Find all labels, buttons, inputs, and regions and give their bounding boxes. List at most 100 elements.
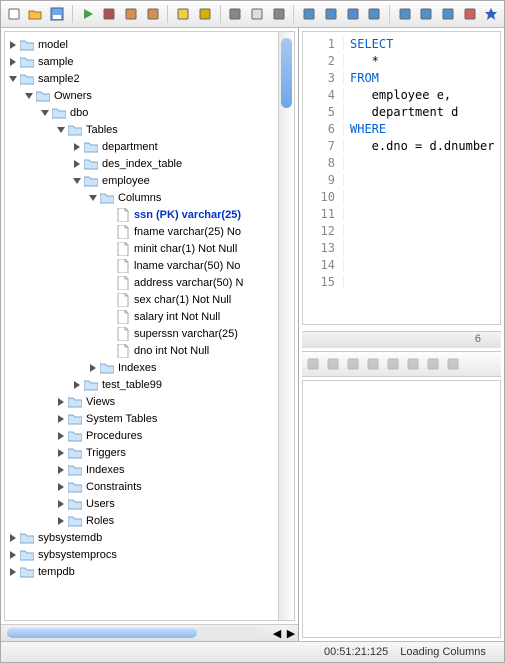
twisty-closed-icon[interactable] bbox=[55, 464, 67, 476]
twisty-open-icon[interactable] bbox=[7, 73, 19, 85]
twisty-closed-icon[interactable] bbox=[55, 498, 67, 510]
tree-row[interactable]: Users bbox=[7, 495, 292, 512]
scan-icon[interactable] bbox=[396, 5, 414, 23]
tree-row[interactable]: sybsystemprocs bbox=[7, 546, 292, 563]
twisty-closed-icon[interactable] bbox=[71, 141, 83, 153]
lines-icon[interactable] bbox=[365, 5, 383, 23]
tree-row[interactable]: test_table99 bbox=[7, 376, 292, 393]
code-line[interactable]: FROM bbox=[344, 71, 379, 85]
tree-row[interactable]: Views bbox=[7, 393, 292, 410]
tree-row[interactable]: Tables bbox=[7, 121, 292, 138]
code-line[interactable]: employee e, bbox=[344, 88, 451, 102]
twisty-closed-icon[interactable] bbox=[87, 362, 99, 374]
tree-row[interactable]: Procedures bbox=[7, 427, 292, 444]
tree-row[interactable]: sex char(1) Not Null bbox=[7, 291, 292, 308]
tree-row[interactable]: Indexes bbox=[7, 359, 292, 376]
code-line[interactable]: * bbox=[344, 54, 379, 68]
list3-icon[interactable] bbox=[439, 5, 457, 23]
paste2-icon[interactable] bbox=[446, 357, 460, 371]
tree-row[interactable]: address varchar(50) N bbox=[7, 274, 292, 291]
twisty-closed-icon[interactable] bbox=[55, 430, 67, 442]
doc-icon[interactable] bbox=[248, 5, 266, 23]
tree-scroll[interactable]: modelsamplesample2OwnersdboTablesdepartm… bbox=[4, 31, 295, 621]
twisty-closed-icon[interactable] bbox=[55, 515, 67, 527]
book-icon[interactable] bbox=[300, 5, 318, 23]
scrollbar-thumb[interactable] bbox=[281, 38, 292, 108]
copy-icon[interactable] bbox=[122, 5, 140, 23]
tree-row[interactable]: tempdb bbox=[7, 563, 292, 580]
wand-icon[interactable] bbox=[196, 5, 214, 23]
code-line[interactable]: e.dno = d.dnumber bbox=[344, 139, 495, 153]
run-icon[interactable] bbox=[79, 5, 97, 23]
tree-row[interactable]: sybsystemdb bbox=[7, 529, 292, 546]
tree-row[interactable]: dno int Not Null bbox=[7, 342, 292, 359]
tree-row[interactable]: Columns bbox=[7, 189, 292, 206]
results-pane[interactable] bbox=[302, 380, 501, 638]
star-icon[interactable] bbox=[482, 5, 500, 23]
twisty-closed-icon[interactable] bbox=[7, 549, 19, 561]
sql-editor[interactable]: 1SELECT2 *3FROM4 employee e,5 department… bbox=[302, 31, 501, 325]
undo-icon[interactable] bbox=[306, 357, 320, 371]
indent1-icon[interactable] bbox=[386, 357, 400, 371]
comment-icon[interactable] bbox=[346, 357, 360, 371]
tree-row[interactable]: model bbox=[7, 36, 292, 53]
twisty-closed-icon[interactable] bbox=[55, 481, 67, 493]
code-line[interactable]: WHERE bbox=[344, 122, 386, 136]
tools-icon[interactable] bbox=[418, 5, 436, 23]
tree-row[interactable]: Constraints bbox=[7, 478, 292, 495]
twisty-closed-icon[interactable] bbox=[71, 379, 83, 391]
tree-row[interactable]: System Tables bbox=[7, 410, 292, 427]
tree-row[interactable]: ssn (PK) varchar(25) bbox=[7, 206, 292, 223]
tree-row[interactable]: Indexes bbox=[7, 461, 292, 478]
tree-row[interactable]: Owners bbox=[7, 87, 292, 104]
twisty-open-icon[interactable] bbox=[55, 124, 67, 136]
twisty-closed-icon[interactable] bbox=[71, 158, 83, 170]
scrollbar-thumb[interactable] bbox=[7, 628, 197, 638]
redo-icon[interactable] bbox=[326, 357, 340, 371]
tree-row[interactable]: sample2 bbox=[7, 70, 292, 87]
scroll-right-icon[interactable]: ▶ bbox=[284, 627, 298, 640]
twisty-open-icon[interactable] bbox=[87, 192, 99, 204]
new-icon[interactable] bbox=[5, 5, 23, 23]
twisty-open-icon[interactable] bbox=[71, 175, 83, 187]
twisty-closed-icon[interactable] bbox=[55, 447, 67, 459]
tree-row[interactable]: fname varchar(25) No bbox=[7, 223, 292, 240]
save-icon[interactable] bbox=[48, 5, 66, 23]
tree-row[interactable]: department bbox=[7, 138, 292, 155]
twisty-closed-icon[interactable] bbox=[7, 532, 19, 544]
scroll-left-icon[interactable]: ◀ bbox=[270, 627, 284, 640]
twisty-open-icon[interactable] bbox=[39, 107, 51, 119]
grid-icon[interactable] bbox=[227, 5, 245, 23]
twisty-closed-icon[interactable] bbox=[7, 39, 19, 51]
tree-row[interactable]: des_index_table bbox=[7, 155, 292, 172]
list2-icon[interactable] bbox=[344, 5, 362, 23]
editor-horizontal-scrollbar[interactable]: 6 bbox=[302, 331, 501, 348]
tree-row[interactable]: Triggers bbox=[7, 444, 292, 461]
twisty-closed-icon[interactable] bbox=[7, 566, 19, 578]
twisty-open-icon[interactable] bbox=[23, 90, 35, 102]
tree-horizontal-scrollbar[interactable]: ◀ ▶ bbox=[1, 624, 298, 641]
twisty-closed-icon[interactable] bbox=[7, 56, 19, 68]
open-icon[interactable] bbox=[27, 5, 45, 23]
dbgrid-icon[interactable] bbox=[270, 5, 288, 23]
tree-row[interactable]: sample bbox=[7, 53, 292, 70]
copy2-icon[interactable] bbox=[426, 357, 440, 371]
adv-icon[interactable] bbox=[366, 357, 380, 371]
code-line[interactable]: department d bbox=[344, 105, 458, 119]
tree-row[interactable]: salary int Not Null bbox=[7, 308, 292, 325]
tree-row[interactable]: Roles bbox=[7, 512, 292, 529]
tree-row[interactable]: employee bbox=[7, 172, 292, 189]
tree-row[interactable]: lname varchar(50) No bbox=[7, 257, 292, 274]
tree-row[interactable]: minit char(1) Not Null bbox=[7, 240, 292, 257]
paste-icon[interactable] bbox=[144, 5, 162, 23]
db-icon[interactable] bbox=[174, 5, 192, 23]
tree-row[interactable]: superssn varchar(25) bbox=[7, 325, 292, 342]
indent2-icon[interactable] bbox=[406, 357, 420, 371]
runbg-icon[interactable] bbox=[100, 5, 118, 23]
code-line[interactable]: SELECT bbox=[344, 37, 393, 51]
bar-icon[interactable] bbox=[461, 5, 479, 23]
tree-vertical-scrollbar[interactable] bbox=[278, 32, 294, 620]
twisty-closed-icon[interactable] bbox=[55, 396, 67, 408]
twisty-closed-icon[interactable] bbox=[55, 413, 67, 425]
tree-row[interactable]: dbo bbox=[7, 104, 292, 121]
